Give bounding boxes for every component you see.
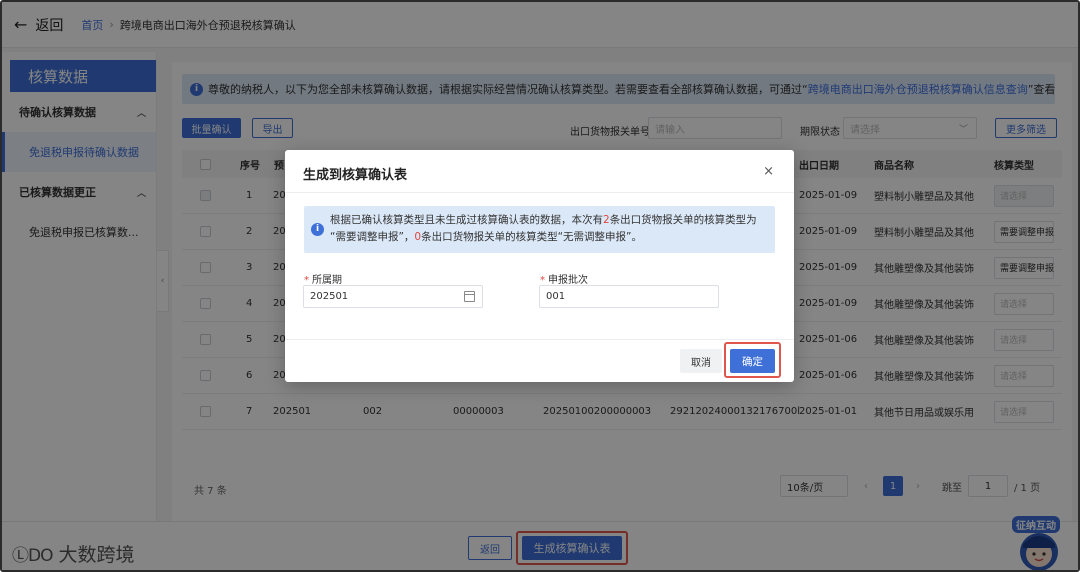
period-date-input[interactable]: 202501 bbox=[303, 285, 483, 308]
divider bbox=[285, 339, 794, 340]
calendar-icon bbox=[464, 291, 475, 302]
period-value: 202501 bbox=[310, 291, 349, 302]
dialog-alert: i 根据已确认核算类型且未生成过核算确认表的数据，本次有2条出口货物报关单的核算… bbox=[304, 206, 775, 253]
cancel-button[interactable]: 取消 bbox=[680, 349, 722, 373]
highlight-box bbox=[724, 342, 781, 378]
alert-text-4: 条出口货物报关单的核算类型“无需调整申报”。 bbox=[421, 231, 642, 243]
alert-count-adjust: 2 bbox=[603, 214, 610, 226]
dialog-title: 生成到核算确认表 bbox=[303, 168, 408, 183]
batch-value: 001 bbox=[546, 291, 566, 302]
alert-text-2: 条出口货物报关单的核算类型为 bbox=[609, 214, 757, 226]
app-window: ← 返回 首页 › 跨境电商出口海外仓预退税核算确认 核算数据 待确认核算数据 … bbox=[0, 0, 1080, 572]
alert-text-1: 根据已确认核算类型且未生成过核算确认表的数据，本次有 bbox=[330, 214, 603, 226]
close-icon[interactable]: × bbox=[763, 164, 774, 179]
batch-input[interactable]: 001 bbox=[539, 285, 719, 308]
divider bbox=[285, 192, 794, 193]
batch-label: * 申报批次 bbox=[540, 271, 588, 286]
info-icon: i bbox=[311, 223, 324, 236]
alert-text-3: “需要调整申报”， bbox=[330, 231, 415, 243]
generate-dialog: 生成到核算确认表 × i 根据已确认核算类型且未生成过核算确认表的数据，本次有2… bbox=[285, 150, 794, 382]
period-label: * 所属期 bbox=[304, 271, 342, 286]
